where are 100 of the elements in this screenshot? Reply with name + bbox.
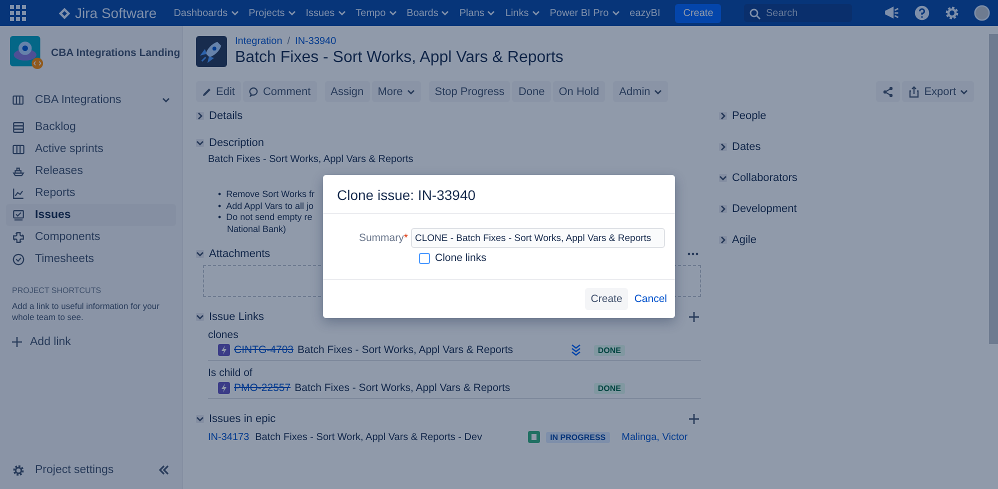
- bullet-marker: •: [218, 189, 222, 201]
- caret-icon: [487, 9, 496, 17]
- nav-menu[interactable]: Projects: [246, 8, 299, 18]
- speech-bubble-icon: [248, 86, 259, 96]
- action-button[interactable]: Stop Progress: [428, 81, 510, 102]
- share-icon: [882, 86, 894, 98]
- action-button[interactable]: Admin: [613, 81, 668, 102]
- section-toggle[interactable]: Development: [719, 203, 797, 215]
- nav-menu[interactable]: Power BI Pro: [546, 8, 623, 18]
- section-toggle[interactable]: Details: [196, 110, 243, 122]
- scrollbar[interactable]: [989, 34, 998, 344]
- issue-key-link[interactable]: IN-34173: [208, 432, 250, 443]
- create-button[interactable]: Create: [584, 288, 628, 310]
- section-toggle[interactable]: Dates: [719, 141, 761, 153]
- megaphone-icon[interactable]: [884, 5, 900, 21]
- sidebar-item[interactable]: Reports: [6, 182, 176, 204]
- action-button[interactable]: Comment: [242, 81, 317, 102]
- line-chart-icon: [12, 186, 25, 200]
- nav-menu[interactable]: eazyBI: [626, 8, 664, 18]
- sidebar-item[interactable]: Timesheets: [6, 248, 176, 270]
- issue-title: Batch Fixes - Sort Works, Appl Vars & Reports: [235, 49, 564, 67]
- action-button[interactable]: Assign: [324, 81, 370, 102]
- section-toggle[interactable]: People: [719, 110, 766, 122]
- product-name[interactable]: Jira Software: [75, 5, 157, 21]
- create-button[interactable]: Create: [675, 4, 722, 22]
- caret-icon: [532, 9, 540, 17]
- assignee-link[interactable]: Malinga, Victor: [622, 432, 688, 443]
- status-lozenge: DONE: [594, 382, 625, 394]
- chevron-icon: [196, 415, 204, 424]
- nav-menu[interactable]: Tempo: [352, 8, 400, 18]
- sidebar-item[interactable]: Backlog: [6, 116, 176, 138]
- settings-icon[interactable]: [944, 5, 960, 21]
- project-name: CBA Integrations Landing: [51, 47, 180, 59]
- project-settings-link[interactable]: Project settings: [6, 459, 120, 481]
- action-button[interactable]: Edit: [196, 81, 241, 102]
- bullet-marker: •: [218, 200, 222, 212]
- clone-links-checkbox[interactable]: Clone links: [419, 252, 486, 264]
- section-toggle[interactable]: Issue Links: [196, 311, 264, 324]
- sidebar-item[interactable]: Components: [6, 226, 176, 248]
- dialog-title: Clone issue: IN-33940: [323, 175, 675, 214]
- status-lozenge: IN PROGRESS: [546, 432, 610, 443]
- nav-menu[interactable]: Issues: [302, 8, 349, 18]
- caret-icon: [406, 88, 415, 96]
- chevron-icon: [719, 143, 727, 151]
- action-button[interactable]: More: [372, 81, 421, 102]
- nav-menu[interactable]: Links: [502, 8, 543, 18]
- add-link[interactable]: Add link: [12, 336, 170, 348]
- export-button[interactable]: Export: [902, 81, 974, 102]
- sidebar-item[interactable]: Issues: [6, 204, 176, 226]
- columns-icon: [12, 142, 25, 156]
- caret-icon: [338, 9, 346, 17]
- add-icon[interactable]: [689, 414, 699, 424]
- chevron-icon: [719, 112, 727, 120]
- section-toggle[interactable]: Agile: [719, 234, 756, 246]
- help-icon[interactable]: [914, 5, 930, 21]
- caret-icon: [654, 88, 662, 96]
- description-text: National Bank): [227, 224, 286, 234]
- cancel-link[interactable]: Cancel: [634, 292, 667, 304]
- chevron-icon: [719, 205, 727, 213]
- section-toggle[interactable]: Description: [196, 137, 264, 149]
- section-toggle[interactable]: Attachments: [196, 248, 270, 260]
- epic-icon: [218, 344, 230, 356]
- shortcuts-description: Add a link to useful information for your whole team to see.: [12, 301, 160, 324]
- app-grid-icon[interactable]: [10, 5, 26, 21]
- epic-icon: [218, 382, 230, 394]
- search-field[interactable]: Search: [744, 4, 852, 22]
- nav-menu[interactable]: Plans: [456, 8, 498, 18]
- share-button[interactable]: [876, 81, 900, 102]
- caret-icon: [230, 9, 239, 17]
- caret-icon: [388, 9, 397, 17]
- chevron-icon: [196, 250, 204, 258]
- status-lozenge: DONE: [594, 344, 625, 356]
- issue-key-link[interactable]: CINTG-4703: [234, 344, 294, 356]
- issue-summary: Batch Fixes - Sort Work, Appl Vars & Reports - Dev: [255, 432, 482, 443]
- action-button[interactable]: Done: [512, 81, 551, 102]
- board-selector[interactable]: CBA Integrations: [6, 88, 176, 112]
- nav-menu[interactable]: Boards: [404, 8, 452, 18]
- caret-icon: [960, 88, 968, 96]
- section-toggle[interactable]: Issues in epic: [196, 413, 276, 426]
- rocket-icon: [196, 36, 227, 67]
- issue-key-link[interactable]: PMO-22557: [234, 382, 291, 394]
- section-toggle[interactable]: Collaborators: [719, 172, 798, 184]
- breadcrumb-link[interactable]: Integration: [235, 36, 282, 47]
- sidebar-item[interactable]: Active sprints: [6, 138, 176, 160]
- sidebar-item[interactable]: Releases: [6, 160, 176, 182]
- description-text: Batch Fixes - Sort Works, Appl Vars & Reports: [208, 154, 414, 165]
- caret-icon: [288, 9, 296, 17]
- avatar-icon[interactable]: [974, 5, 990, 21]
- nav-menu[interactable]: Dashboards: [170, 8, 242, 18]
- stacked-list-icon: [12, 120, 25, 134]
- summary-field[interactable]: CLONE - Batch Fixes - Sort Works, Appl Vars & Reports: [411, 228, 665, 248]
- collapse-sidebar-icon[interactable]: [158, 464, 170, 476]
- clock-icon: [12, 252, 25, 266]
- caret-icon: [441, 9, 450, 17]
- chevron-icon: [719, 236, 727, 244]
- add-icon[interactable]: [689, 312, 699, 322]
- breadcrumb-link[interactable]: IN-33940: [295, 36, 336, 47]
- project-avatar-icon: [10, 36, 44, 70]
- action-button[interactable]: On Hold: [552, 81, 606, 102]
- description-bullet: Do not send empty re: [226, 212, 312, 224]
